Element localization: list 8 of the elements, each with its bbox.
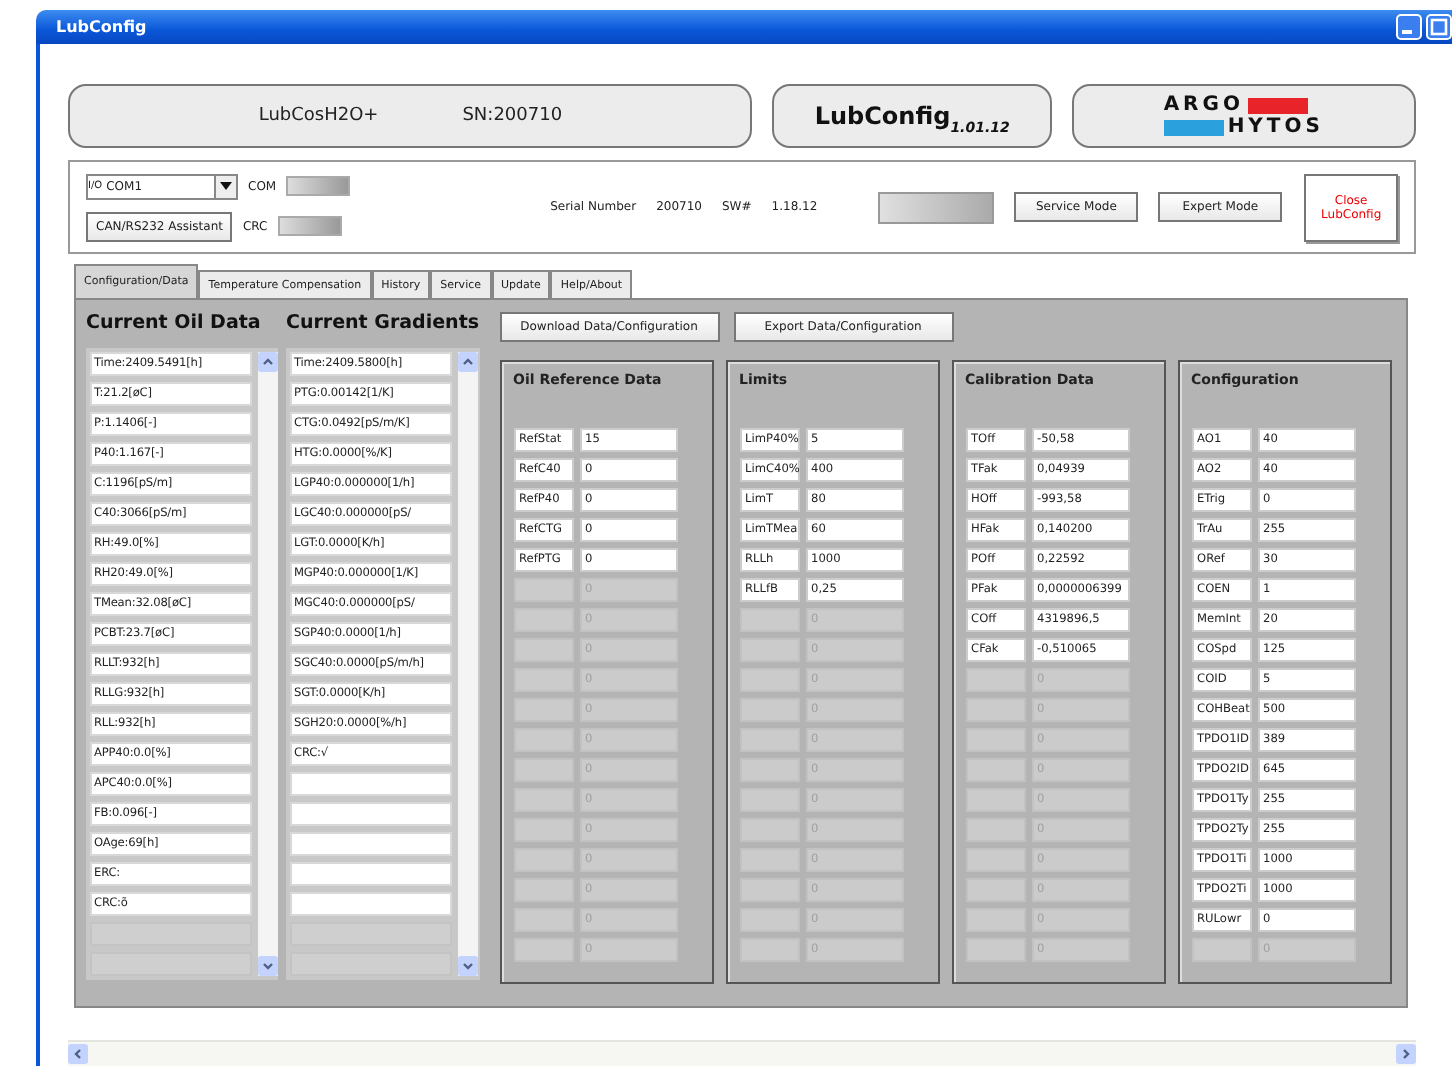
list-title: Current Oil Data <box>86 312 263 338</box>
device-name: LubCosH2O+ <box>258 106 379 126</box>
list-title: Current Gradients <box>286 312 480 338</box>
window-title: LubConfig <box>56 18 147 36</box>
app-name: LubConfig <box>814 102 951 130</box>
serial-number: SN:200710 <box>462 106 563 126</box>
logo-text: HYTOS <box>1227 117 1324 137</box>
logo-text: ARGO <box>1163 95 1244 115</box>
